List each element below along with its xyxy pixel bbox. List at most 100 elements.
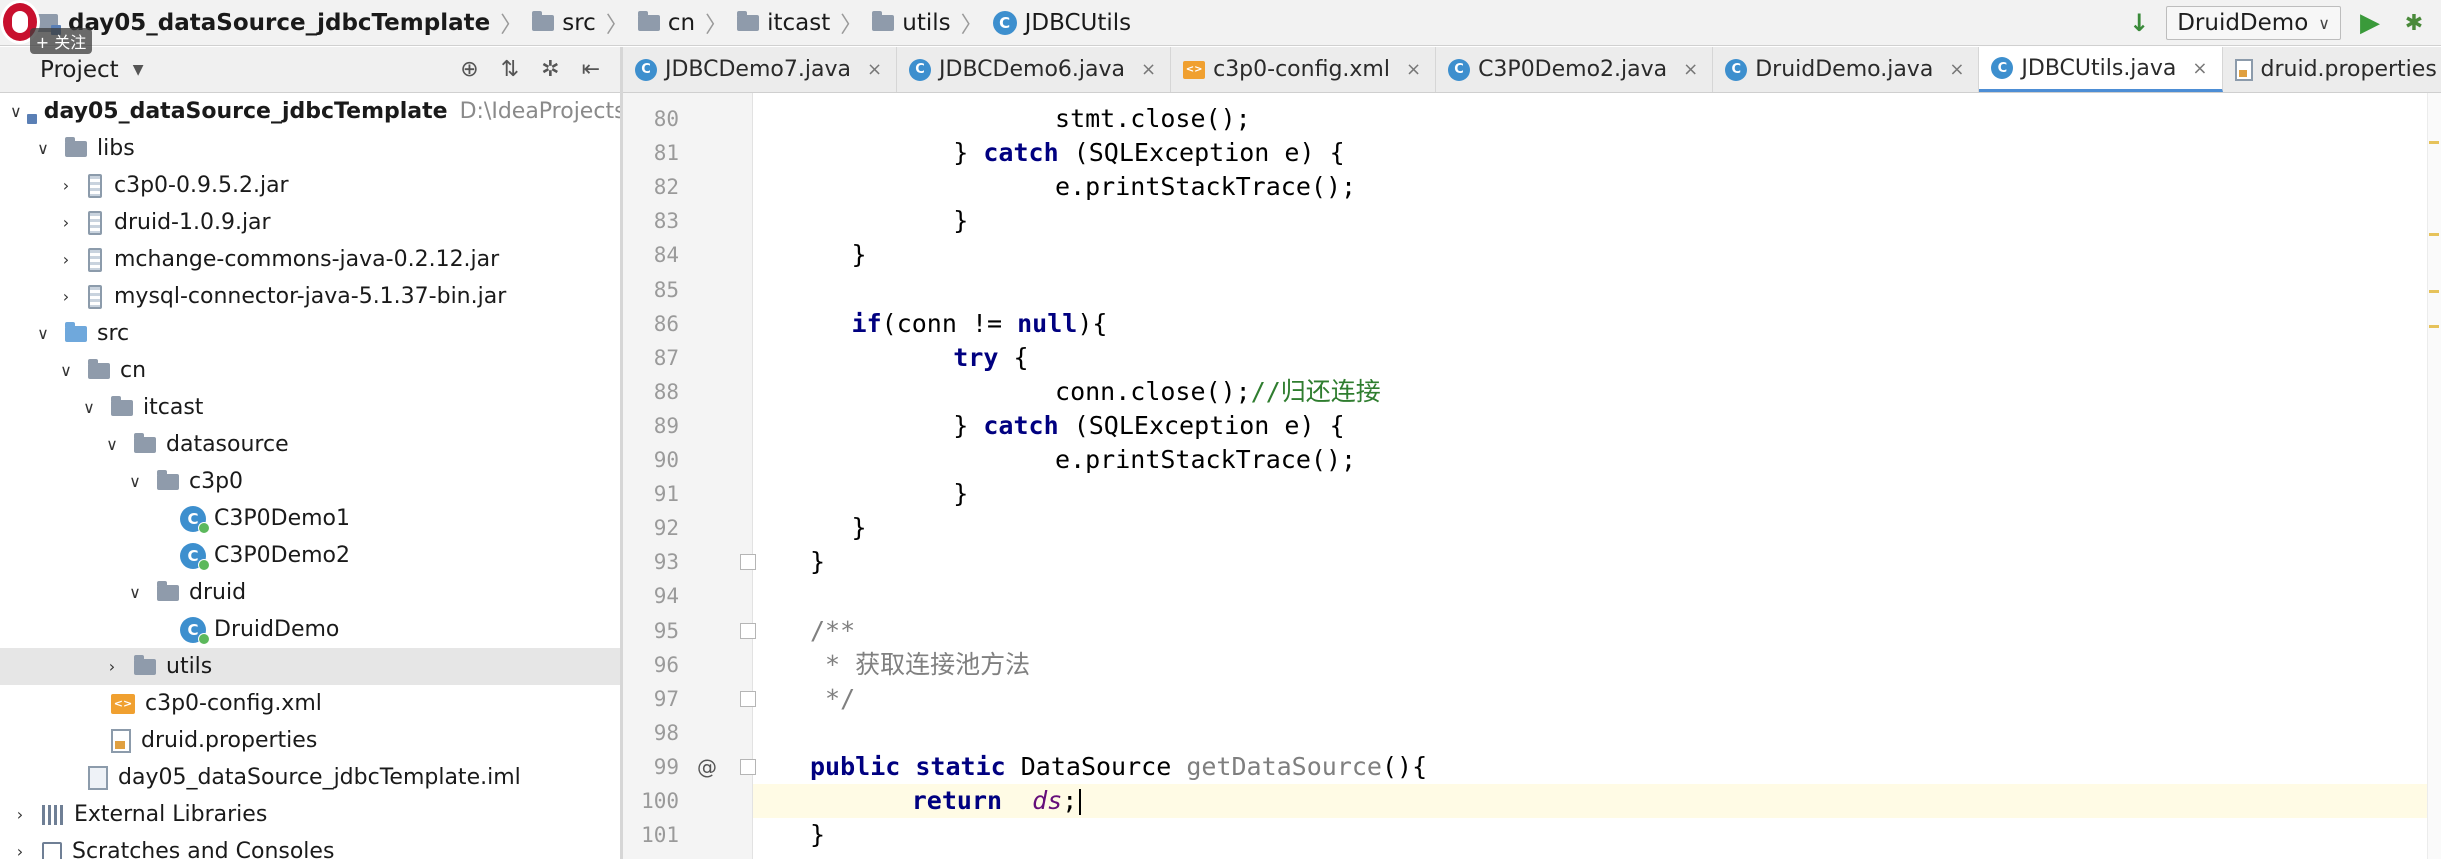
close-icon[interactable]: × bbox=[1949, 59, 1964, 80]
code-line[interactable]: try { bbox=[893, 341, 1028, 375]
chevron-right-icon[interactable]: › bbox=[56, 213, 76, 232]
breadcrumb-item[interactable]: src bbox=[532, 0, 596, 45]
chevron-down-icon[interactable]: ∨ bbox=[10, 102, 22, 121]
chevron-right-icon[interactable]: › bbox=[10, 842, 30, 859]
close-icon[interactable]: × bbox=[2192, 58, 2207, 79]
code-token: * 获取连接池方法 bbox=[810, 649, 1031, 679]
tree-item[interactable]: day05_dataSource_jdbcTemplate.iml bbox=[0, 759, 620, 796]
tree-item[interactable]: ∨ src bbox=[0, 315, 620, 352]
code-line[interactable]: /** bbox=[810, 614, 855, 648]
code-line[interactable]: * 获取连接池方法 bbox=[810, 648, 1030, 682]
tree-item-label: day05_dataSource_jdbcTemplate.iml bbox=[118, 765, 521, 790]
breadcrumb-item[interactable]: utils bbox=[872, 0, 951, 45]
tree-item[interactable]: ∨ datasource bbox=[0, 426, 620, 463]
collapse-icon[interactable]: ⇅ bbox=[501, 57, 519, 82]
fold-marker-icon[interactable] bbox=[740, 554, 756, 571]
code-line[interactable]: } bbox=[810, 545, 825, 579]
code-line[interactable]: } bbox=[852, 511, 867, 545]
editor-tab[interactable]: C JDBCUtils.java × bbox=[1979, 47, 2223, 92]
fold-marker-icon[interactable] bbox=[740, 758, 756, 775]
chevron-right-icon[interactable]: › bbox=[10, 805, 30, 824]
tree-item[interactable]: C C3P0Demo2 bbox=[0, 537, 620, 574]
chevron-right-icon[interactable]: › bbox=[56, 287, 76, 306]
warning-marker[interactable] bbox=[2429, 141, 2439, 144]
editor-scroll-marker-strip[interactable] bbox=[2427, 93, 2441, 859]
hide-icon[interactable]: ⇤ bbox=[582, 57, 600, 82]
tree-item[interactable]: ∨ libs bbox=[0, 130, 620, 167]
run-button[interactable]: ▶ bbox=[2353, 6, 2387, 40]
close-icon[interactable]: × bbox=[1141, 59, 1156, 80]
locate-icon[interactable]: ⊕ bbox=[460, 57, 478, 82]
build-icon[interactable]: ↓ bbox=[2122, 6, 2156, 40]
chevron-down-icon[interactable]: ∨ bbox=[56, 361, 76, 380]
breadcrumb-item[interactable]: itcast bbox=[737, 0, 830, 45]
follow-button[interactable]: + 关注 bbox=[30, 28, 92, 54]
chevron-down-icon[interactable]: ∨ bbox=[33, 324, 53, 343]
tree-item[interactable]: druid.properties bbox=[0, 722, 620, 759]
warning-marker[interactable] bbox=[2429, 290, 2439, 293]
close-icon[interactable]: × bbox=[1683, 59, 1698, 80]
chevron-right-icon[interactable]: › bbox=[56, 250, 76, 269]
settings-icon[interactable]: ✲ bbox=[541, 57, 559, 82]
debug-button[interactable]: ✱ bbox=[2397, 6, 2431, 40]
run-configuration-select[interactable]: DruidDemo ∨ bbox=[2166, 6, 2341, 40]
code-line[interactable]: } bbox=[810, 818, 825, 852]
close-icon[interactable]: × bbox=[1406, 59, 1421, 80]
project-view-selector[interactable]: Project ▼ bbox=[40, 57, 143, 83]
chevron-down-icon[interactable]: ∨ bbox=[125, 583, 145, 602]
warning-marker[interactable] bbox=[2429, 233, 2439, 236]
tree-item[interactable]: C C3P0Demo1 bbox=[0, 500, 620, 537]
editor-tab[interactable]: C C3P0Demo2.java × bbox=[1436, 47, 1714, 92]
code-line[interactable]: e.printStackTrace(); bbox=[935, 443, 1356, 477]
code-line[interactable]: } bbox=[893, 477, 968, 511]
tree-item[interactable]: › mysql-connector-java-5.1.37-bin.jar bbox=[0, 278, 620, 315]
code-line[interactable]: conn.close();//归还连接 bbox=[935, 375, 1381, 409]
tree-item[interactable]: ∨ c3p0 bbox=[0, 463, 620, 500]
tree-item[interactable]: › External Libraries bbox=[0, 796, 620, 833]
tree-item[interactable]: <> c3p0-config.xml bbox=[0, 685, 620, 722]
fold-marker-icon[interactable] bbox=[740, 690, 756, 707]
tree-item[interactable]: ∨ day05_dataSource_jdbcTemplate D:\IdeaPro… bbox=[0, 93, 620, 130]
chevron-down-icon[interactable]: ∨ bbox=[79, 398, 99, 417]
code-line[interactable]: */ bbox=[810, 682, 855, 716]
code-line[interactable]: public static DataSource getDataSource()… bbox=[810, 750, 1427, 784]
code-line[interactable]: } bbox=[893, 204, 968, 238]
tree-item[interactable]: › c3p0-0.9.5.2.jar bbox=[0, 167, 620, 204]
editor-tab[interactable]: C JDBCDemo7.java × bbox=[623, 47, 898, 92]
tree-item[interactable]: › Scratches and Consoles bbox=[0, 833, 620, 859]
tree-item-label: C3P0Demo2 bbox=[214, 543, 350, 568]
tree-item[interactable]: ∨ itcast bbox=[0, 389, 620, 426]
tree-item[interactable]: › mchange-commons-java-0.2.12.jar bbox=[0, 241, 620, 278]
editor-tab[interactable]: druid.properties× bbox=[2223, 47, 2441, 92]
chevron-right-icon[interactable]: › bbox=[102, 657, 122, 676]
editor-tab[interactable]: C DruidDemo.java × bbox=[1713, 47, 1980, 92]
tree-item[interactable]: › druid-1.0.9.jar bbox=[0, 204, 620, 241]
code-line[interactable]: } catch (SQLException e) { bbox=[893, 409, 1344, 443]
editor-tab[interactable]: C JDBCDemo6.java × bbox=[897, 47, 1172, 92]
code-line[interactable]: stmt.close(); bbox=[935, 102, 1251, 136]
code-line[interactable]: } catch (SQLException e) { bbox=[893, 136, 1344, 170]
breadcrumb-item[interactable]: C JDBCUtils bbox=[992, 0, 1131, 45]
tree-item[interactable]: C DruidDemo bbox=[0, 611, 620, 648]
chevron-right-icon[interactable]: › bbox=[56, 176, 76, 195]
code-line[interactable]: } bbox=[852, 238, 867, 272]
tree-item[interactable]: ∨ cn bbox=[0, 352, 620, 389]
code-line[interactable]: return ds; bbox=[852, 784, 1082, 818]
chevron-down-icon[interactable]: ∨ bbox=[102, 435, 122, 454]
tree-item[interactable]: › utils bbox=[0, 648, 620, 685]
fold-marker-icon[interactable] bbox=[740, 622, 756, 639]
breadcrumb-item[interactable]: cn bbox=[637, 0, 695, 45]
warning-marker[interactable] bbox=[2429, 325, 2439, 328]
code-token: } bbox=[810, 547, 826, 577]
chevron-down-icon: ∨ bbox=[2318, 13, 2330, 33]
chevron-down-icon[interactable]: ∨ bbox=[125, 472, 145, 491]
close-icon[interactable]: × bbox=[867, 59, 882, 80]
code-line[interactable]: if(conn != null){ bbox=[852, 307, 1108, 341]
breadcrumb-item[interactable]: day05_dataSource_jdbcTemplate bbox=[36, 0, 490, 45]
breadcrumb-label: src bbox=[562, 9, 596, 36]
override-icon[interactable]: @ bbox=[697, 750, 717, 784]
code-line[interactable]: e.printStackTrace(); bbox=[935, 170, 1356, 204]
editor-tab[interactable]: <> c3p0-config.xml × bbox=[1171, 47, 1437, 92]
tree-item[interactable]: ∨ druid bbox=[0, 574, 620, 611]
chevron-down-icon[interactable]: ∨ bbox=[33, 139, 53, 158]
